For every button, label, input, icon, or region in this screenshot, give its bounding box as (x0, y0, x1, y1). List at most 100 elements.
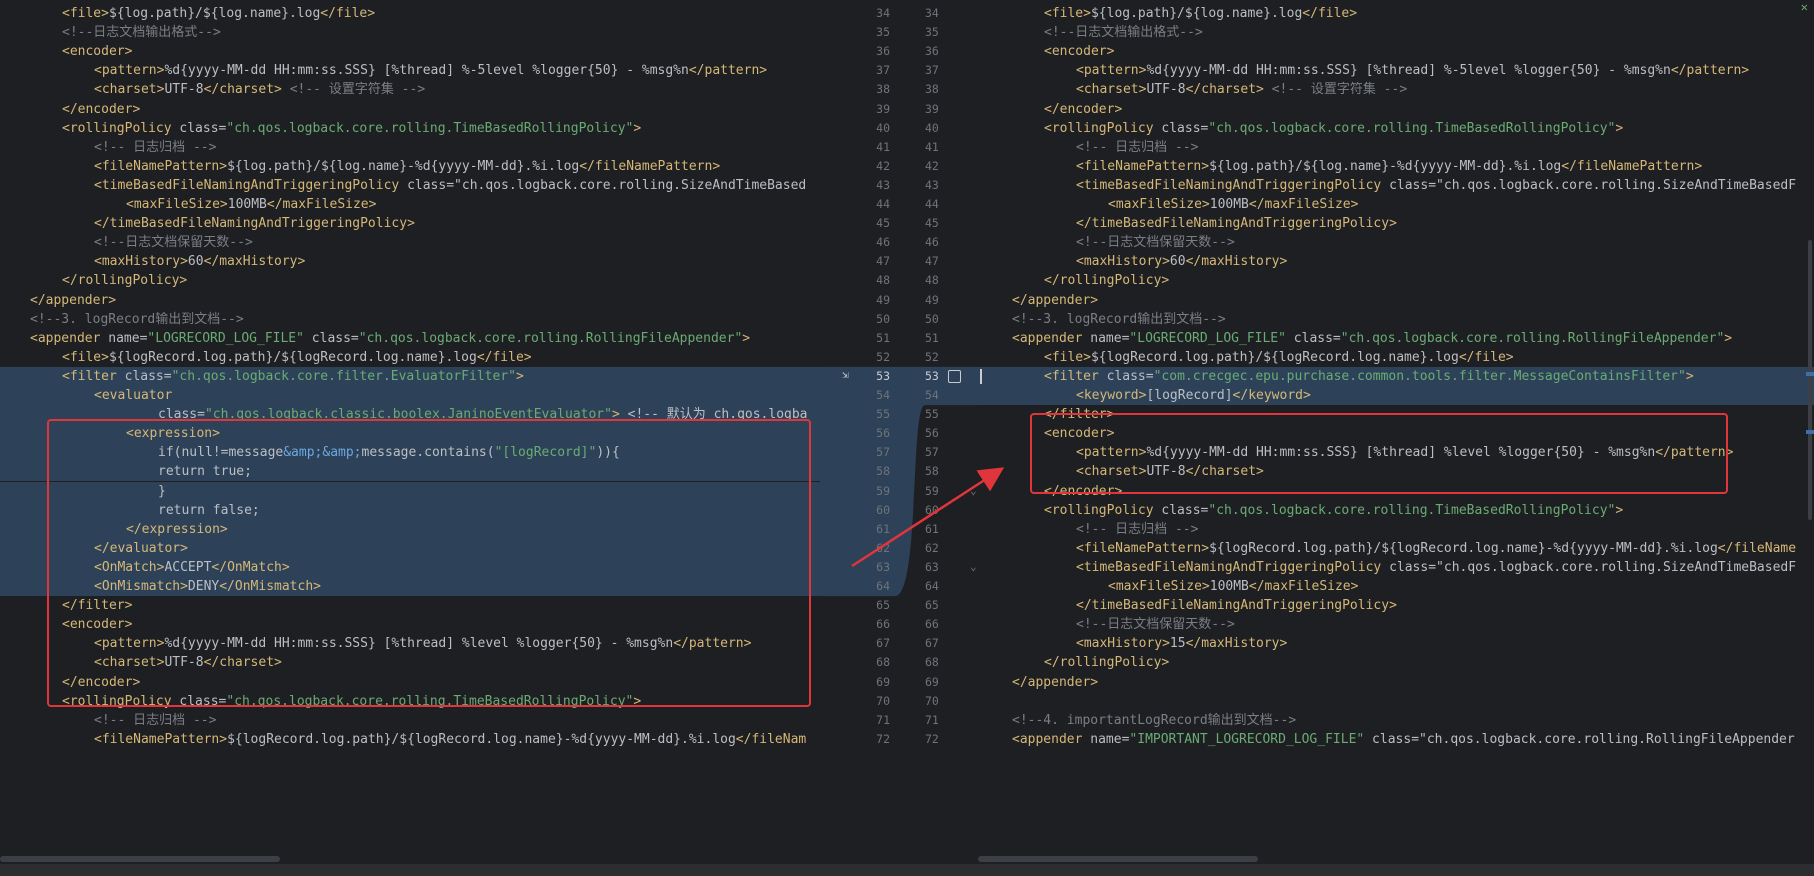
code-line[interactable]: <!--日志文档保留天数--> (978, 615, 1814, 634)
close-icon[interactable]: ✕ (1801, 0, 1808, 14)
right-editor-pane[interactable]: <file>${log.path}/${log.name}.log</file>… (978, 0, 1814, 876)
code-line[interactable]: if(null!=message&amp;&amp;message.contai… (0, 443, 820, 463)
code-line[interactable]: </appender> (978, 291, 1814, 310)
code-line[interactable]: <encoder> (0, 615, 820, 634)
code-line[interactable]: </timeBasedFileNamingAndTriggeringPolicy… (978, 214, 1814, 233)
code-line[interactable]: <filter class="com.crecgec.epu.purchase.… (978, 366, 1814, 386)
left-line-number: 58 (876, 464, 890, 479)
code-line[interactable]: <encoder> (978, 424, 1814, 443)
apply-change-icon[interactable]: ⇲ (842, 368, 849, 381)
code-line[interactable]: <fileNamePattern>${logRecord.log.path}/$… (0, 730, 820, 749)
code-line[interactable]: <!--日志文档保留天数--> (978, 233, 1814, 252)
code-line[interactable]: <rollingPolicy class="ch.qos.logback.cor… (978, 501, 1814, 520)
code-line[interactable]: class="ch.qos.logback.classic.boolex.Jan… (0, 405, 820, 425)
code-line[interactable]: </appender> (978, 673, 1814, 692)
checkbox-icon[interactable] (948, 369, 961, 383)
code-line[interactable]: <file>${logRecord.log.path}/${logRecord.… (0, 348, 820, 367)
code-text: </filter> (1044, 407, 1115, 423)
chevron-down-icon[interactable]: ⌄ (970, 560, 977, 573)
code-line[interactable]: </expression> (0, 519, 820, 539)
code-line[interactable]: <filter class="ch.qos.logback.core.filte… (0, 366, 820, 386)
left-editor-pane[interactable]: <file>${log.path}/${log.name}.log</file>… (0, 0, 820, 876)
left-line-number: 42 (876, 158, 890, 173)
code-line[interactable]: <encoder> (0, 42, 820, 61)
code-line[interactable]: <!-- 日志归档 --> (978, 138, 1814, 157)
code-line[interactable]: <!--日志文档输出格式--> (978, 23, 1814, 42)
code-line[interactable]: </timeBasedFileNamingAndTriggeringPolicy… (978, 596, 1814, 615)
code-line[interactable]: <maxHistory>60</maxHistory> (0, 252, 820, 271)
code-line[interactable]: </encoder> (0, 673, 820, 692)
code-line[interactable]: <fileNamePattern>${log.path}/${log.name}… (978, 157, 1814, 176)
chevron-down-icon[interactable]: ⌄ (970, 484, 977, 497)
code-line[interactable]: <!-- 日志归档 --> (0, 711, 820, 730)
code-line[interactable]: <OnMatch>ACCEPT</OnMatch> (0, 557, 820, 577)
right-horizontal-scrollbar[interactable] (978, 856, 1258, 862)
code-line[interactable]: <appender name="LOGRECORD_LOG_FILE" clas… (0, 329, 820, 348)
code-line[interactable]: <charset>UTF-8</charset> (0, 653, 820, 672)
code-line[interactable]: </rollingPolicy> (978, 653, 1814, 672)
code-line[interactable]: return false; (0, 500, 820, 520)
code-line[interactable]: <timeBasedFileNamingAndTriggeringPolicy … (0, 176, 820, 195)
code-line[interactable]: <file>${log.path}/${log.name}.log</file> (978, 4, 1814, 23)
code-line[interactable]: <charset>UTF-8</charset> <!-- 设置字符集 --> (0, 80, 820, 99)
code-line[interactable]: </encoder> (978, 100, 1814, 119)
code-line[interactable]: </timeBasedFileNamingAndTriggeringPolicy… (0, 214, 820, 233)
code-line[interactable]: <pattern>%d{yyyy-MM-dd HH:mm:ss.SSS} [%t… (0, 634, 820, 653)
code-line[interactable]: <maxFileSize>100MB</maxFileSize> (0, 195, 820, 214)
code-line[interactable]: <file>${logRecord.log.path}/${logRecord.… (978, 348, 1814, 367)
code-line[interactable]: <timeBasedFileNamingAndTriggeringPolicy … (978, 176, 1814, 195)
code-line[interactable]: </rollingPolicy> (0, 271, 820, 290)
code-line[interactable]: <timeBasedFileNamingAndTriggeringPolicy … (978, 558, 1814, 577)
code-line[interactable]: <appender name="LOGRECORD_LOG_FILE" clas… (978, 329, 1814, 348)
code-line[interactable]: <rollingPolicy class="ch.qos.logback.cor… (0, 692, 820, 711)
code-line[interactable]: <fileNamePattern>${log.path}/${log.name}… (0, 157, 820, 176)
code-line[interactable]: <fileNamePattern>${logRecord.log.path}/$… (978, 539, 1814, 558)
left-line-number: 70 (876, 693, 890, 708)
right-line-number: 56 (925, 426, 939, 441)
code-text: <maxHistory>15</maxHistory> (1076, 636, 1288, 652)
code-line[interactable]: </filter> (0, 596, 820, 615)
code-line[interactable]: <appender name="IMPORTANT_LOGRECORD_LOG_… (978, 730, 1814, 749)
code-line[interactable]: </rollingPolicy> (978, 271, 1814, 290)
code-line[interactable]: <!--日志文档保留天数--> (0, 233, 820, 252)
code-line[interactable]: <rollingPolicy class="ch.qos.logback.cor… (978, 119, 1814, 138)
code-line[interactable]: <OnMismatch>DENY</OnMismatch> (0, 577, 820, 597)
code-line[interactable]: <!-- 日志归档 --> (978, 520, 1814, 539)
code-line[interactable]: <keyword>[logRecord]</keyword> (978, 386, 1814, 406)
text-cursor (980, 368, 982, 384)
code-line[interactable]: <pattern>%d{yyyy-MM-dd HH:mm:ss.SSS} [%t… (978, 443, 1814, 462)
code-line[interactable]: <charset>UTF-8</charset> <!-- 设置字符集 --> (978, 80, 1814, 99)
code-line[interactable]: <maxHistory>15</maxHistory> (978, 634, 1814, 653)
code-line[interactable] (978, 692, 1814, 711)
code-line[interactable]: <maxFileSize>100MB</maxFileSize> (978, 195, 1814, 214)
code-text: <appender name="LOGRECORD_LOG_FILE" clas… (1012, 330, 1733, 346)
code-line[interactable]: return true; (0, 462, 820, 482)
code-line[interactable]: <!--4. importantLogRecord输出到文档--> (978, 711, 1814, 730)
code-line[interactable]: <file>${log.path}/${log.name}.log</file> (0, 4, 820, 23)
code-line[interactable]: <rollingPolicy class="ch.qos.logback.cor… (0, 119, 820, 138)
code-line[interactable]: </filter> (978, 405, 1814, 424)
code-line[interactable]: <!--日志文档输出格式--> (0, 23, 820, 42)
code-line[interactable]: </encoder> (978, 482, 1814, 501)
code-line[interactable]: <pattern>%d{yyyy-MM-dd HH:mm:ss.SSS} [%t… (978, 61, 1814, 80)
code-line[interactable]: <encoder> (978, 42, 1814, 61)
vertical-scrollbar[interactable] (1808, 240, 1812, 520)
code-line[interactable]: <charset>UTF-8</charset> (978, 462, 1814, 481)
code-line[interactable]: <expression> (0, 424, 820, 444)
right-line-number: 50 (925, 311, 939, 326)
code-line[interactable]: <maxFileSize>100MB</maxFileSize> (978, 577, 1814, 596)
code-line[interactable]: <maxHistory>60</maxHistory> (978, 252, 1814, 271)
code-line[interactable]: <!--3. logRecord输出到文档--> (0, 310, 820, 329)
right-line-number: 64 (925, 579, 939, 593)
code-text: <encoder> (62, 617, 133, 633)
code-text: <maxHistory>60</maxHistory> (1076, 254, 1288, 270)
code-line[interactable]: </encoder> (0, 100, 820, 119)
left-horizontal-scrollbar[interactable] (0, 856, 280, 862)
code-line[interactable]: </appender> (0, 291, 820, 310)
code-line[interactable]: <evaluator (0, 386, 820, 406)
code-line[interactable]: <!--3. logRecord输出到文档--> (978, 310, 1814, 329)
code-line[interactable]: <!-- 日志归档 --> (0, 138, 820, 157)
code-line[interactable]: </evaluator> (0, 538, 820, 558)
code-line[interactable]: } (0, 481, 820, 501)
code-line[interactable]: <pattern>%d{yyyy-MM-dd HH:mm:ss.SSS} [%t… (0, 61, 820, 80)
